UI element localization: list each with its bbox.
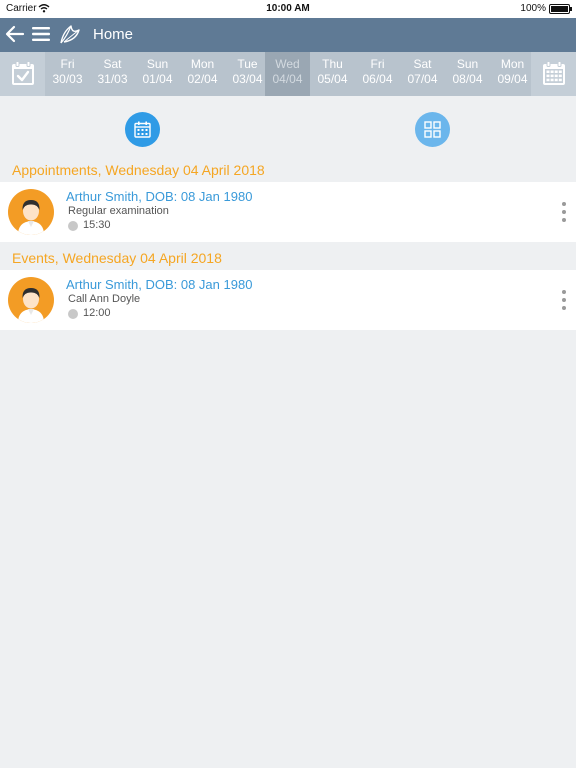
calendar-view-button[interactable] (125, 112, 160, 147)
day-cell[interactable]: Sun 01/04 (135, 52, 180, 96)
events-section-header: Events, Wednesday 04 April 2018 (0, 246, 576, 270)
clock-icon (68, 221, 78, 231)
avatar (8, 277, 54, 323)
appointments-heading: Appointments, Wednesday 04 April 2018 (12, 162, 265, 178)
calendar-icon (134, 121, 151, 138)
status-time: 10:00 AM (266, 3, 310, 14)
more-options-icon[interactable] (560, 200, 568, 224)
grid-icon (424, 121, 441, 138)
day-cell[interactable]: Sat 31/03 (90, 52, 135, 96)
day-cell[interactable]: Sat 07/04 (400, 52, 445, 96)
day-cell[interactable]: Thu 05/04 (310, 52, 355, 96)
events-heading: Events, Wednesday 04 April 2018 (12, 250, 222, 266)
day-cell[interactable]: Fri 30/03 (45, 52, 90, 96)
back-arrow-icon[interactable] (5, 24, 25, 44)
nav-bar: Home (0, 18, 576, 52)
clock-icon (68, 309, 78, 319)
calendar-check-icon (12, 61, 34, 85)
action-row (0, 96, 576, 158)
battery-percent: 100% (520, 3, 546, 14)
page-title: Home (93, 26, 134, 43)
hamburger-menu-icon[interactable] (31, 25, 51, 43)
event-list-item[interactable]: Arthur Smith, DOB: 08 Jan 1980 Call Ann … (0, 270, 576, 330)
calendar-check-button[interactable] (0, 52, 45, 96)
person-avatar-icon (18, 200, 44, 235)
day-cell[interactable]: Mon 09/04 (490, 52, 535, 96)
day-cell[interactable]: Mon 02/04 (180, 52, 225, 96)
event-time: 12:00 (83, 307, 111, 319)
appointments-section-header: Appointments, Wednesday 04 April 2018 (0, 158, 576, 182)
appointment-list-item[interactable]: Arthur Smith, DOB: 08 Jan 1980 Regular e… (0, 182, 576, 242)
event-description: Call Ann Doyle (68, 293, 141, 305)
day-cell[interactable]: Fri 06/04 (355, 52, 400, 96)
patient-name-link[interactable]: Arthur Smith, DOB: 08 Jan 1980 (66, 189, 252, 204)
date-strip: Fri 30/03 Sat 31/03 Sun 01/04 Mon 02/04 … (0, 52, 576, 96)
day-cell[interactable]: Tue 03/04 (225, 52, 270, 96)
person-avatar-icon (18, 288, 44, 323)
appointment-description: Regular examination (68, 205, 169, 217)
more-options-icon[interactable] (560, 288, 568, 312)
patient-name-link[interactable]: Arthur Smith, DOB: 08 Jan 1980 (66, 277, 252, 292)
grid-view-button[interactable] (415, 112, 450, 147)
battery-icon (549, 4, 572, 14)
day-cell-selected[interactable]: Wed 04/04 (265, 52, 310, 96)
status-bar: Carrier 10:00 AM 100% (0, 0, 576, 18)
calendar-grid-icon (543, 61, 565, 85)
avatar (8, 189, 54, 235)
calendar-grid-button[interactable] (531, 52, 576, 96)
appointment-time: 15:30 (83, 219, 111, 231)
day-cell[interactable]: Sun 08/04 (445, 52, 490, 96)
app-logo-icon (60, 25, 80, 44)
